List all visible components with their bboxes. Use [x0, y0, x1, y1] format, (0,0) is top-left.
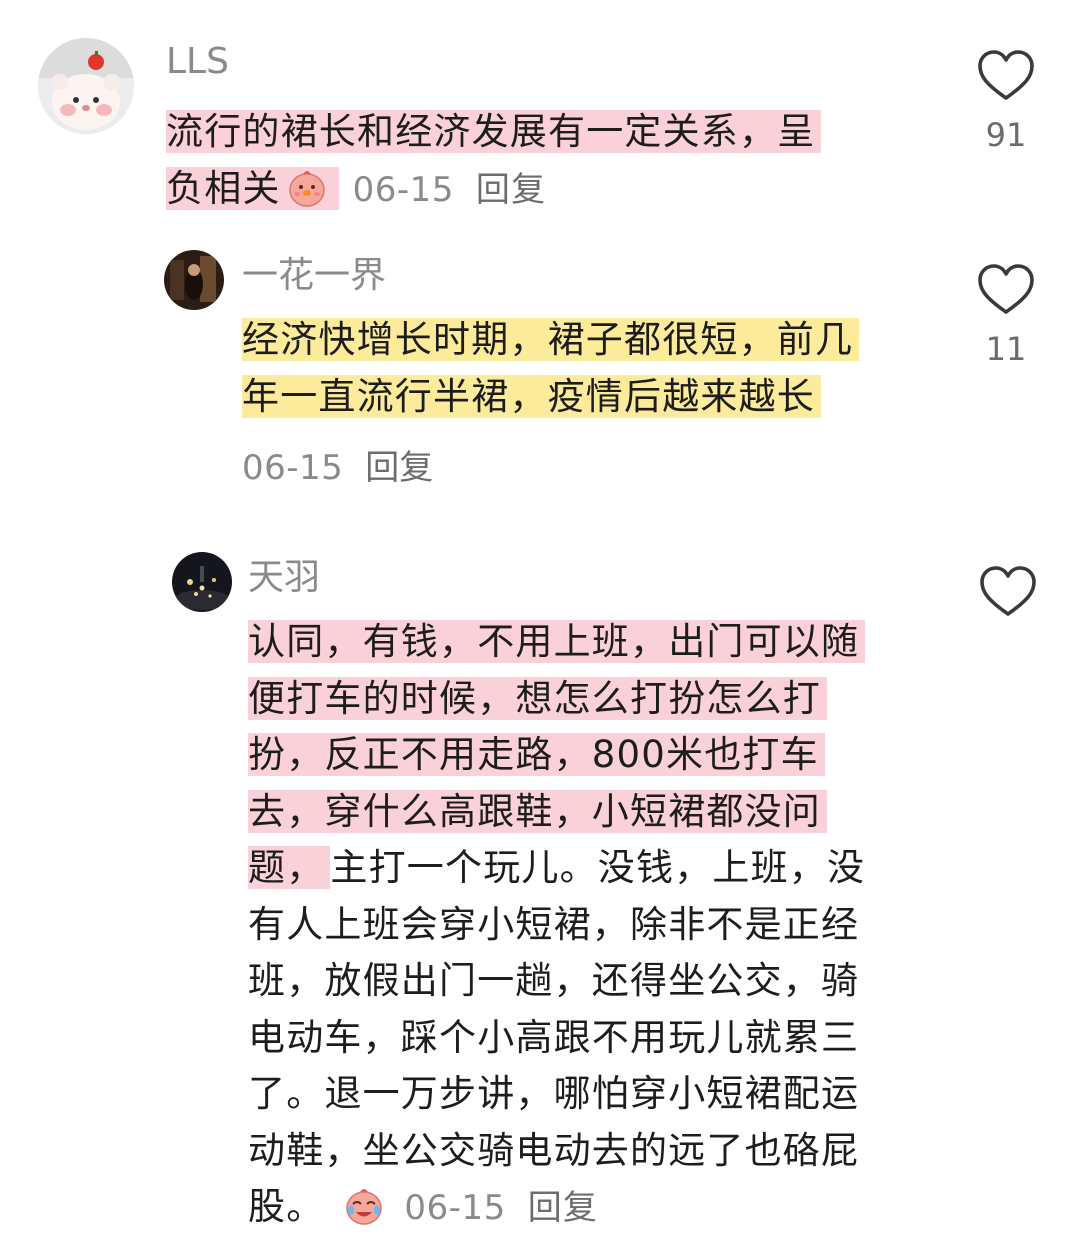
comment-text-line: 了。退一万步讲，哪怕穿小短裙配运 — [248, 1072, 860, 1115]
username[interactable]: 天羽 — [248, 556, 320, 600]
heart-icon[interactable] — [976, 262, 1036, 318]
like-count: 91 — [985, 116, 1027, 154]
avatar-tianyu[interactable] — [172, 552, 232, 612]
comment-text-line: 电动车，踩个小高跟不用玩儿就累三 — [248, 1015, 860, 1059]
comment-text-line: 有人上班会穿小短裙，除非不是正经 — [248, 902, 860, 946]
reply-button[interactable]: 回复 — [528, 1188, 598, 1228]
comment-text-line: 年一直流行半裙，疫情后越来越长 — [242, 374, 821, 418]
comment-date: 06-15 — [404, 1188, 506, 1228]
comment-date: 06-15 — [242, 448, 344, 488]
comment-text-line: 负相关 — [166, 166, 281, 210]
comment-text-line: 题， — [248, 846, 331, 889]
comment-text-line: 经济快增长时期，裙子都很短，前几 — [242, 318, 860, 361]
comment-date: 06-15 — [352, 169, 454, 210]
avatar-yihuayijie[interactable] — [164, 250, 224, 310]
comment-text: 认同，有钱，不用上班，出门可以随 便打车的时候，想怎么打扮怎么打 扮，反正不用走… — [248, 614, 866, 1236]
comment-text-line: 流行的裙长和经济发展有一定关系，呈 — [166, 110, 822, 153]
username[interactable]: LLS — [166, 40, 229, 84]
comment-text-line: 便打车的时候，想怎么打扮怎么打 — [248, 676, 827, 720]
username[interactable]: 一花一界 — [242, 254, 386, 298]
chick-face-emoji-icon — [285, 165, 329, 209]
comment-text-line: 去，穿什么高跟鞋，小短裙都没问 — [248, 789, 827, 833]
comment-text-line: 班，放假出门一趟，还得坐公交，骑 — [248, 959, 860, 1002]
crying-laughing-chick-emoji-icon — [342, 1183, 386, 1227]
heart-icon[interactable] — [978, 564, 1038, 620]
like-count: 11 — [985, 330, 1027, 368]
comment-text-line: 认同，有钱，不用上班，出门可以随 — [248, 620, 866, 663]
comment-text: 流行的裙长和经济发展有一定关系，呈 负相关 06-15 回复 — [166, 104, 822, 217]
comment-text-line: 扮，反正不用走路，800米也打车 — [248, 733, 825, 776]
avatar-lls[interactable] — [38, 38, 134, 134]
reply-button[interactable]: 回复 — [365, 448, 433, 488]
reply-button[interactable]: 回复 — [476, 170, 546, 210]
comment-text-line: 股。 — [248, 1185, 325, 1228]
heart-icon[interactable] — [976, 48, 1036, 104]
comment-text: 经济快增长时期，裙子都很短，前几 年一直流行半裙，疫情后越来越长 — [242, 312, 860, 425]
comment-text-line: 动鞋，坐公交骑电动去的远了也硌屁 — [248, 1128, 860, 1172]
comment-text-line: 主打一个玩儿。没钱，上班，没 — [330, 846, 866, 889]
